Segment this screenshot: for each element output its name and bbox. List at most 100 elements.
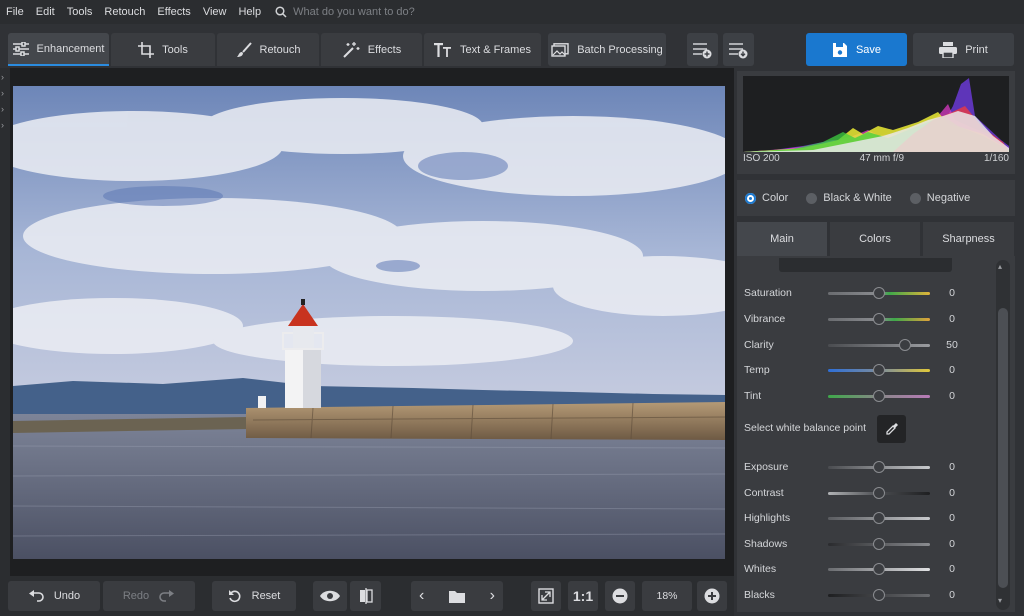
slider-knob[interactable]	[873, 563, 885, 575]
tab-effects[interactable]: Effects	[321, 33, 422, 66]
slider-knob[interactable]	[873, 390, 885, 402]
shutter-value: 1/160	[983, 153, 1009, 164]
save-button[interactable]: Save	[806, 33, 907, 66]
white-balance-label: Select white balance point	[744, 422, 866, 434]
printer-icon	[939, 41, 958, 58]
eye-icon	[320, 590, 340, 602]
redo-button[interactable]: Redo	[103, 581, 195, 611]
slider-label: Vibrance	[744, 313, 786, 325]
slider-knob[interactable]	[873, 461, 885, 473]
partial-button[interactable]	[779, 258, 952, 272]
tab-tools[interactable]: Tools	[111, 33, 215, 66]
menu-tools[interactable]: Tools	[67, 6, 93, 18]
chevron-right-icon[interactable]: ›	[1, 88, 4, 98]
black-white-radio[interactable]	[806, 192, 818, 204]
slider-value[interactable]: 0	[940, 589, 964, 601]
undo-icon	[28, 590, 44, 602]
tab-enhancement[interactable]: Enhancement	[8, 33, 109, 66]
tab-main[interactable]: Main	[737, 222, 827, 256]
slider-knob[interactable]	[873, 589, 885, 601]
menu-effects[interactable]: Effects	[157, 6, 190, 18]
next-icon[interactable]: ›	[490, 587, 495, 605]
exif-info: ISO 200 47 mm f/9 1/160	[743, 153, 1009, 164]
color-label[interactable]: Color	[762, 192, 788, 204]
tab-label: Effects	[367, 43, 402, 56]
lens-value: 47 mm f/9	[859, 153, 905, 164]
scroll-up-icon[interactable]: ▴	[998, 262, 1002, 271]
chevron-right-icon[interactable]: ›	[1, 72, 4, 82]
fit-to-screen-button[interactable]	[531, 581, 561, 611]
slider-knob[interactable]	[873, 512, 885, 524]
menu-file[interactable]: File	[6, 6, 24, 18]
negative-radio[interactable]	[909, 192, 921, 204]
slider-label: Shadows	[744, 538, 788, 550]
histogram-panel: ISO 200 47 mm f/9 1/160	[737, 71, 1015, 174]
menu-help[interactable]: Help	[238, 6, 261, 18]
eyedropper-button[interactable]	[877, 415, 906, 443]
tab-colors[interactable]: Colors	[830, 222, 920, 256]
vibrance-slider-row: Vibrance 0	[744, 310, 974, 330]
collapsed-side-panel[interactable]: › › › ›	[0, 68, 10, 576]
saturation-slider-row: Saturation 0	[744, 284, 974, 304]
chevron-right-icon[interactable]: ›	[1, 120, 4, 130]
highlights-slider-row: Highlights 0	[744, 509, 974, 529]
undo-label: Undo	[53, 590, 81, 602]
slider-value[interactable]: 0	[940, 390, 964, 402]
color-radio[interactable]	[745, 192, 756, 204]
scroll-down-icon[interactable]: ▾	[998, 596, 1002, 605]
contrast-slider-row: Contrast 0	[744, 484, 974, 504]
tab-retouch[interactable]: Retouch	[217, 33, 319, 66]
slider-knob[interactable]	[873, 287, 885, 299]
black-white-label[interactable]: Black & White	[823, 192, 891, 204]
zoom-level[interactable]: 18%	[642, 581, 692, 611]
slider-value[interactable]: 0	[940, 313, 964, 325]
reset-button[interactable]: Reset	[212, 581, 296, 611]
tab-label: Enhancement	[36, 42, 105, 55]
slider-value[interactable]: 0	[940, 538, 964, 550]
preview-button[interactable]	[313, 581, 347, 611]
tab-text-frames[interactable]: Text & Frames	[424, 33, 541, 66]
slider-knob[interactable]	[873, 538, 885, 550]
negative-label[interactable]: Negative	[927, 192, 970, 204]
zoom-out-icon	[612, 588, 628, 604]
slider-knob[interactable]	[873, 487, 885, 499]
slider-track[interactable]	[828, 344, 930, 347]
slider-value[interactable]: 0	[940, 461, 964, 473]
slider-value[interactable]: 0	[940, 364, 964, 376]
slider-value[interactable]: 0	[940, 512, 964, 524]
search-field[interactable]: What do you want to do?	[275, 6, 415, 18]
search-placeholder: What do you want to do?	[293, 6, 415, 18]
add-preset-button[interactable]	[687, 33, 718, 66]
tab-sharpness[interactable]: Sharpness	[923, 222, 1014, 256]
tint-slider-row: Tint 0	[744, 387, 974, 407]
menu-edit[interactable]: Edit	[36, 6, 55, 18]
chevron-right-icon[interactable]: ›	[1, 104, 4, 114]
menu-retouch[interactable]: Retouch	[104, 6, 145, 18]
zoom-out-button[interactable]	[605, 581, 635, 611]
navigation-group: ‹ ›	[411, 581, 503, 611]
slider-label: Blacks	[744, 589, 775, 601]
slider-label: Temp	[744, 364, 770, 376]
folder-icon[interactable]	[449, 590, 465, 603]
slider-value[interactable]: 0	[940, 563, 964, 575]
menu-view[interactable]: View	[203, 6, 227, 18]
zoom-in-button[interactable]	[697, 581, 727, 611]
slider-value[interactable]: 0	[940, 287, 964, 299]
compare-button[interactable]	[350, 581, 381, 611]
slider-knob[interactable]	[873, 364, 885, 376]
batch-processing-button[interactable]: Batch Processing	[548, 33, 666, 66]
slider-knob[interactable]	[898, 339, 911, 351]
clarity-slider-row: Clarity 50	[744, 336, 974, 356]
previous-icon[interactable]: ‹	[419, 587, 424, 605]
slider-value[interactable]: 50	[940, 339, 964, 351]
actual-size-button[interactable]: 1:1	[568, 581, 598, 611]
undo-button[interactable]: Undo	[8, 581, 100, 611]
download-preset-button[interactable]	[723, 33, 754, 66]
print-button[interactable]: Print	[913, 33, 1014, 66]
sliders-download-icon	[728, 42, 747, 58]
exposure-slider-row: Exposure 0	[744, 458, 974, 478]
slider-knob[interactable]	[873, 313, 885, 325]
whites-slider-row: Whites 0	[744, 560, 974, 580]
slider-value[interactable]: 0	[940, 487, 964, 499]
scrollbar-thumb[interactable]	[998, 308, 1008, 588]
